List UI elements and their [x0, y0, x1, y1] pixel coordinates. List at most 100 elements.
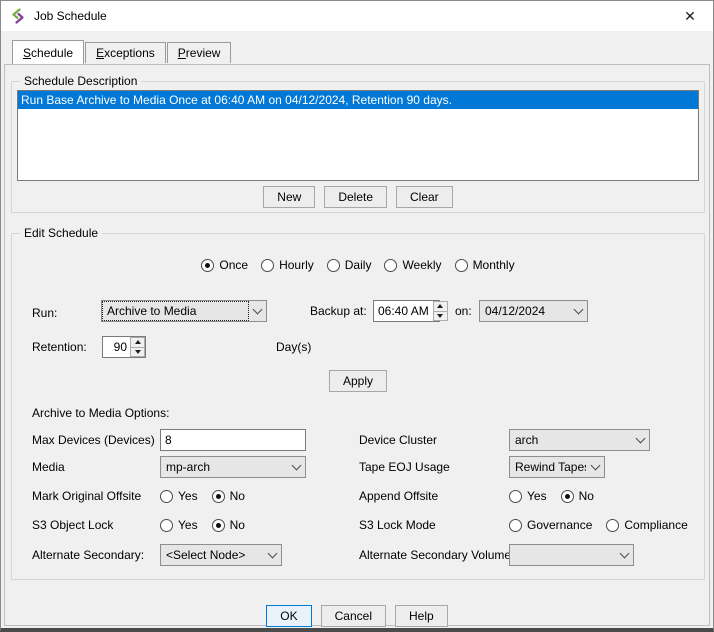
close-button[interactable]: ✕ — [667, 1, 713, 31]
backup-time-value: 06:40 AM — [374, 301, 433, 321]
help-button[interactable]: Help — [395, 605, 448, 627]
backup-at-label: Backup at: — [310, 300, 367, 322]
radio-icon — [160, 490, 173, 503]
tab-strip: Schedule Exceptions Preview — [12, 40, 232, 63]
radio-icon — [509, 490, 522, 503]
tab-preview[interactable]: Preview — [167, 42, 232, 63]
cancel-button[interactable]: Cancel — [321, 605, 386, 627]
tab-accel: P — [178, 46, 186, 60]
radio-icon — [261, 259, 274, 272]
arrow-down-icon — [437, 314, 443, 318]
device-cluster-select[interactable]: arch — [509, 429, 650, 451]
radio-hourly[interactable]: Hourly — [261, 258, 314, 272]
tab-rest: xceptions — [104, 46, 155, 60]
schedule-list[interactable]: Run Base Archive to Media Once at 06:40 … — [17, 90, 699, 181]
ok-button[interactable]: OK — [266, 605, 311, 627]
edit-schedule-group: Edit Schedule Once Hourly Daily Weekly M… — [11, 233, 705, 580]
delete-button[interactable]: Delete — [324, 186, 387, 208]
max-devices-input[interactable] — [160, 429, 306, 451]
arrow-down-icon — [135, 350, 141, 354]
mark-original-offsite-radio-group: Yes No — [160, 487, 245, 505]
mark-original-offsite-label: Mark Original Offsite — [32, 487, 141, 505]
radio-selected-icon — [212, 490, 225, 503]
arrow-up-icon — [437, 304, 443, 308]
radio-icon — [606, 519, 619, 532]
app-logo-icon — [10, 8, 26, 24]
retention-spinner — [130, 337, 145, 357]
spin-up-button[interactable] — [130, 337, 145, 348]
on-label: on: — [455, 300, 472, 322]
retention-label: Retention: — [32, 336, 87, 358]
yes-label: Yes — [527, 489, 547, 503]
radio-icon — [327, 259, 340, 272]
yes-label: Yes — [178, 518, 198, 532]
new-button[interactable]: New — [263, 186, 315, 208]
tape-eoj-usage-value: Rewind Tapes — [511, 458, 586, 476]
radio-weekly-label: Weekly — [402, 258, 441, 272]
tab-schedule-label: Schedule — [23, 46, 73, 60]
alternate-secondary-volume-label: Alternate Secondary Volume: — [359, 544, 514, 566]
backup-time-input[interactable]: 06:40 AM — [373, 300, 440, 322]
append-offsite-yes-radio[interactable]: Yes — [509, 489, 547, 503]
governance-label: Governance — [527, 518, 592, 532]
alternate-secondary-value: <Select Node> — [162, 546, 263, 564]
s3-object-lock-yes-radio[interactable]: Yes — [160, 518, 198, 532]
close-icon: ✕ — [684, 8, 696, 25]
tab-preview-label: Preview — [178, 46, 221, 60]
radio-daily[interactable]: Daily — [327, 258, 372, 272]
tab-exceptions[interactable]: Exceptions — [85, 42, 166, 63]
backup-time-spinner — [433, 301, 448, 321]
alternate-secondary-volume-select[interactable] — [509, 544, 634, 566]
media-select[interactable]: mp-arch — [160, 456, 306, 478]
frequency-radio-group: Once Hourly Daily Weekly Monthly — [12, 258, 704, 272]
s3-object-lock-label: S3 Object Lock — [32, 516, 113, 534]
spin-down-button[interactable] — [433, 312, 448, 322]
append-offsite-no-radio[interactable]: No — [561, 489, 594, 503]
radio-once[interactable]: Once — [201, 258, 248, 272]
tab-rest: chedule — [31, 46, 73, 60]
tab-schedule[interactable]: Schedule — [12, 40, 84, 64]
clear-button[interactable]: Clear — [396, 186, 453, 208]
chevron-down-icon — [264, 545, 281, 565]
schedule-description-group: Schedule Description Run Base Archive to… — [11, 81, 705, 213]
append-offsite-label: Append Offsite — [359, 487, 438, 505]
s3-object-lock-no-radio[interactable]: No — [212, 518, 245, 532]
s3-lock-mode-governance-radio[interactable]: Governance — [509, 518, 592, 532]
s3-lock-mode-compliance-radio[interactable]: Compliance — [606, 518, 687, 532]
on-date-select[interactable]: 04/12/2024 — [479, 300, 588, 322]
radio-daily-label: Daily — [345, 258, 372, 272]
mark-original-offsite-yes-radio[interactable]: Yes — [160, 489, 198, 503]
tape-eoj-usage-select[interactable]: Rewind Tapes — [509, 456, 605, 478]
radio-once-label: Once — [219, 258, 248, 272]
device-cluster-label: Device Cluster — [359, 429, 437, 451]
tab-exceptions-label: Exceptions — [96, 46, 155, 60]
run-select-value: Archive to Media — [103, 302, 248, 320]
schedule-buttons-row: New Delete Clear — [12, 186, 704, 208]
edit-schedule-group-label: Edit Schedule — [20, 226, 102, 240]
no-label: No — [230, 518, 245, 532]
spin-up-button[interactable] — [433, 301, 448, 312]
radio-monthly[interactable]: Monthly — [455, 258, 515, 272]
tape-eoj-usage-label: Tape EOJ Usage — [359, 456, 450, 478]
radio-icon — [160, 519, 173, 532]
apply-button[interactable]: Apply — [329, 370, 387, 392]
compliance-label: Compliance — [624, 518, 687, 532]
chevron-down-icon — [616, 545, 633, 565]
no-label: No — [230, 489, 245, 503]
window-title: Job Schedule — [34, 9, 107, 23]
run-select[interactable]: Archive to Media — [101, 300, 267, 322]
footer-buttons-row: OK Cancel Help — [1, 605, 713, 627]
alternate-secondary-select[interactable]: <Select Node> — [160, 544, 282, 566]
titlebar: Job Schedule ✕ — [1, 1, 713, 31]
spin-down-button[interactable] — [130, 348, 145, 358]
mark-original-offsite-no-radio[interactable]: No — [212, 489, 245, 503]
schedule-list-item[interactable]: Run Base Archive to Media Once at 06:40 … — [18, 91, 698, 109]
tab-rest: review — [186, 46, 221, 60]
chevron-down-icon — [288, 457, 305, 477]
radio-icon — [384, 259, 397, 272]
run-label: Run: — [32, 302, 57, 324]
alternate-secondary-label: Alternate Secondary: — [32, 544, 144, 566]
radio-hourly-label: Hourly — [279, 258, 314, 272]
retention-input[interactable]: 90 — [102, 336, 146, 358]
radio-weekly[interactable]: Weekly — [384, 258, 441, 272]
